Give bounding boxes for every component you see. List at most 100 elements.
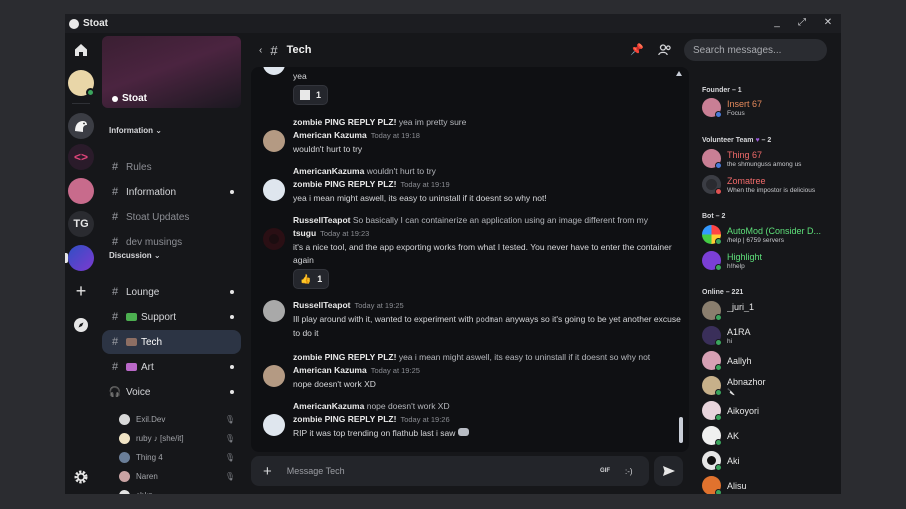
chevron-left-icon[interactable]: ‹ (259, 45, 262, 56)
server-pink[interactable] (68, 178, 94, 204)
chevron-down-icon: ⌄ (155, 126, 162, 135)
member-name: AutoMod (Consider D... (727, 226, 822, 236)
reaction[interactable]: 👍 1 (293, 269, 330, 289)
avatar (119, 413, 130, 425)
raccoon-emoji-icon (457, 428, 469, 436)
scroll-up-arrow-icon[interactable] (676, 71, 682, 76)
category-discussion[interactable]: Discussion ⌄ (109, 251, 161, 260)
online-status-icon (715, 314, 722, 321)
avatar[interactable] (263, 228, 285, 250)
server-stoat[interactable] (68, 113, 94, 139)
member-item[interactable]: _juri_1 (702, 299, 837, 323)
members-icon[interactable] (658, 44, 672, 56)
member-item[interactable]: Highlight h!help (702, 249, 837, 273)
discover-button[interactable] (68, 312, 94, 338)
voice-user[interactable]: Exil.Dev 🎙 (119, 411, 239, 427)
author-name[interactable]: American Kazuma (293, 365, 367, 375)
channel-tech[interactable]: # Tech (102, 330, 241, 354)
avatar[interactable] (263, 365, 285, 387)
timestamp: Today at 19:19 (400, 180, 450, 189)
member-item[interactable]: Alisu (702, 474, 837, 494)
channel-stoat-updates[interactable]: # Stoat Updates (102, 205, 241, 229)
author-name[interactable]: tsugu (293, 228, 316, 238)
channel-label: Art (141, 361, 154, 373)
chevron-down-icon: ⌄ (153, 251, 161, 260)
channel-information[interactable]: # Information (102, 180, 241, 204)
unread-dot (230, 190, 234, 194)
reaction-count: 1 (316, 90, 322, 100)
server-tg-label: TG (73, 218, 89, 230)
emoji-button[interactable]: :-) (625, 467, 633, 476)
channel-support[interactable]: # Support (102, 305, 241, 329)
close-button[interactable]: ✕ (820, 16, 836, 30)
reaction[interactable]: 1 (293, 85, 329, 105)
avatar (119, 470, 130, 482)
home-button[interactable] (68, 37, 94, 63)
member-item[interactable]: Aallyh (702, 349, 837, 373)
avatar[interactable] (263, 300, 285, 322)
reply-author: zombie PING REPLY PLZ! (293, 117, 397, 127)
stoat-icon (75, 121, 87, 132)
reply-preview[interactable]: zombie PING REPLY PLZ! yea i mean might … (293, 352, 650, 362)
reply-preview[interactable]: AmericanKazuma nope doesn't work XD (293, 401, 450, 411)
online-status-icon (715, 238, 722, 245)
member-item[interactable]: Zomatree When the impostor is delicious (702, 173, 837, 197)
settings-button[interactable] (68, 464, 94, 490)
avatar[interactable] (263, 130, 285, 152)
member-group-volunteer: Volunteer Team ♥ – 2 (702, 137, 771, 144)
author-name[interactable]: American Kazuma (293, 130, 367, 140)
author-name[interactable]: RussellTeapot (293, 300, 350, 310)
pin-icon[interactable]: 📌 (630, 43, 644, 56)
gif-button[interactable]: GIF (600, 468, 610, 474)
member-item[interactable]: Thing 67 the shmunguss among us (702, 147, 837, 171)
voice-user[interactable]: Naren 🎙 (119, 468, 239, 484)
author-name[interactable]: zombie PING REPLY PLZ! (293, 179, 396, 189)
voice-user[interactable]: chkz (119, 487, 239, 494)
plus-icon[interactable]: + (263, 463, 272, 480)
send-button[interactable] (654, 456, 683, 486)
category-information[interactable]: Information ⌄ (109, 126, 162, 135)
reply-author: AmericanKazuma (293, 166, 365, 176)
message-input[interactable]: Message Tech (287, 466, 345, 476)
voice-user[interactable]: ruby ♪ [she/it] 🎙 (119, 430, 239, 446)
channel-label: Stoat Updates (126, 211, 190, 223)
add-server-button[interactable]: + (68, 278, 94, 304)
channel-rules[interactable]: # Rules (102, 155, 241, 179)
server-code[interactable]: <> (68, 144, 94, 170)
member-item[interactable]: Aki (702, 449, 837, 473)
member-name: A1RA (727, 327, 751, 337)
voice-user-name: Naren (136, 471, 158, 481)
minimize-button[interactable]: _ (769, 16, 785, 30)
member-item[interactable]: Insert 67 Focus (702, 96, 837, 120)
channel-voice[interactable]: 🎧 Voice (102, 380, 241, 404)
scrollbar-thumb[interactable] (679, 417, 683, 443)
reply-text: yea im pretty sure (398, 117, 467, 127)
member-item[interactable]: AutoMod (Consider D... /help | 6759 serv… (702, 223, 837, 247)
channel-art[interactable]: # Art (102, 355, 241, 379)
server-blue[interactable] (68, 245, 94, 271)
maximize-button[interactable]: ⤢ (794, 16, 810, 30)
reaction-count: 1 (317, 274, 323, 284)
avatar[interactable] (263, 179, 285, 201)
reply-preview[interactable]: zombie PING REPLY PLZ! yea im pretty sur… (293, 117, 466, 127)
member-item[interactable]: Aikoyori (702, 399, 837, 423)
message-text: RIP it was top trending on flathub last … (293, 428, 456, 438)
server-banner[interactable]: Stoat (102, 36, 241, 108)
reply-preview[interactable]: AmericanKazuma wouldn't hurt to try (293, 166, 436, 176)
voice-user-name: Exil.Dev (136, 414, 166, 424)
member-item[interactable]: Abnazhor 🔪 (702, 374, 837, 398)
reply-preview[interactable]: RussellTeapot So basically I can contain… (293, 215, 648, 225)
author-name[interactable]: zombie PING REPLY PLZ! (293, 414, 396, 424)
user-avatar[interactable] (68, 70, 95, 97)
member-item[interactable]: AK (702, 424, 837, 448)
voice-user[interactable]: Thing 4 🎙 (119, 449, 239, 465)
member-item[interactable]: A1RA hi (702, 324, 837, 348)
server-tg[interactable]: TG (68, 211, 94, 237)
channel-title: Tech (286, 44, 312, 56)
channel-lounge[interactable]: # Lounge (102, 280, 241, 304)
search-input[interactable]: Search messages... (684, 39, 827, 61)
thumbs-up-icon: 👍 (300, 273, 312, 284)
hash-icon: # (111, 236, 119, 248)
message-header: American Kazuma Today at 19:25 (293, 365, 420, 375)
avatar[interactable] (263, 414, 285, 436)
